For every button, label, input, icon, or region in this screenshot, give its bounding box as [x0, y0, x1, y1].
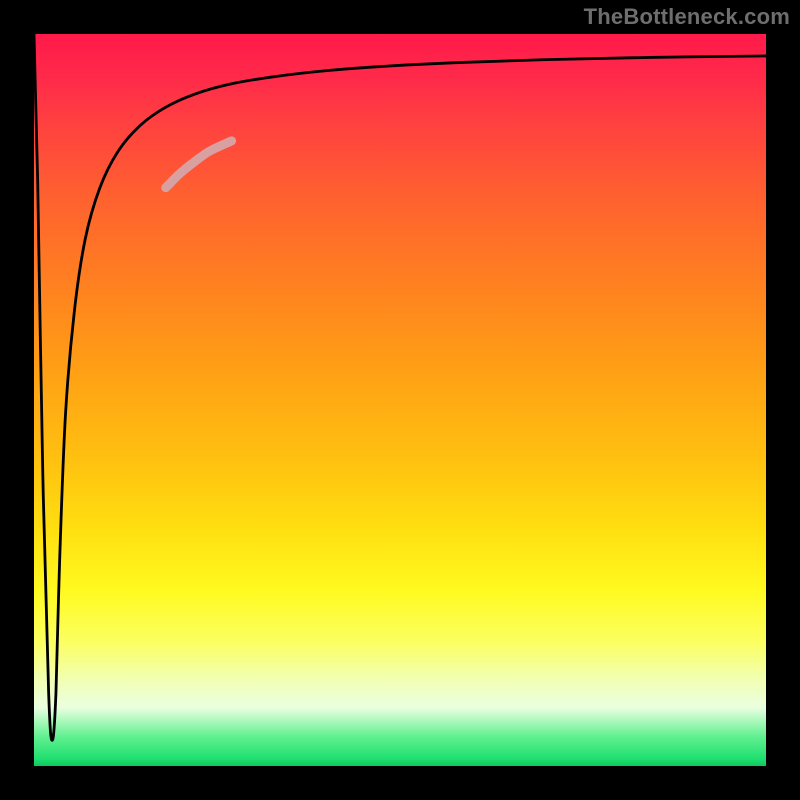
chart-container: TheBottleneck.com [0, 0, 800, 800]
plot-area [34, 34, 766, 766]
axes-frame [0, 0, 800, 800]
curve-layer [34, 34, 766, 766]
watermark-label: TheBottleneck.com [584, 4, 790, 30]
highlight-segment [166, 141, 232, 188]
main-curve [34, 34, 766, 740]
